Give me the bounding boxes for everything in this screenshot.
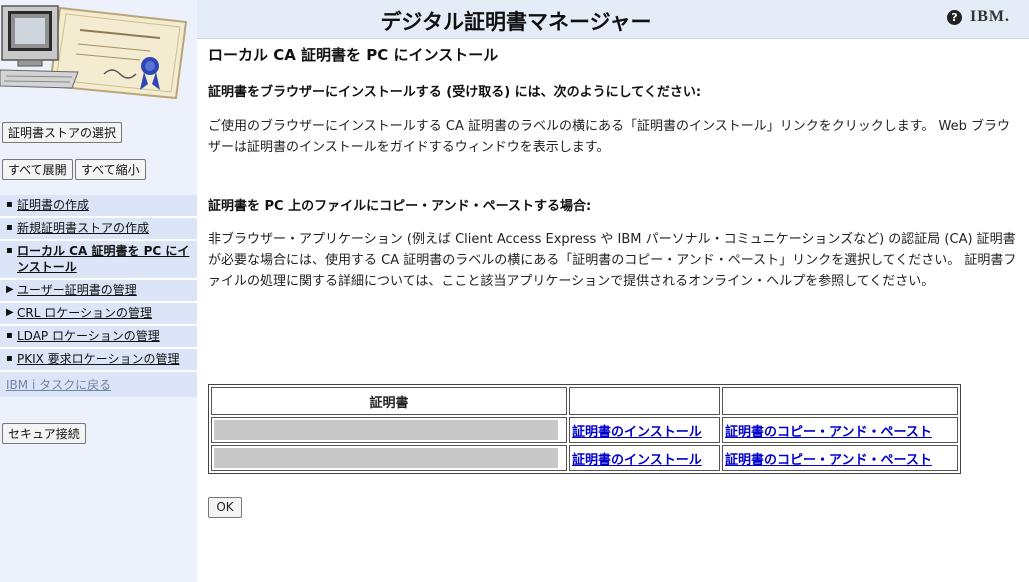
copy-paste-certificate-link[interactable]: 証明書のコピー・アンド・ペースト — [725, 453, 932, 468]
certificate-table: 証明書 証明書のインストール 証明書のコピー・アンド・ペースト 証明書のインスト… — [208, 384, 961, 474]
copy-column-header — [722, 387, 958, 415]
nav-item-label: CRL ロケーションの管理 — [17, 306, 152, 320]
copy-cell: 証明書のコピー・アンド・ペースト — [722, 417, 958, 443]
browser-install-instructions: ご使用のブラウザーにインストールする CA 証明書のラベルの横にある「証明書のイ… — [208, 119, 1011, 155]
install-column-header — [569, 387, 720, 415]
ok-button[interactable]: OK — [208, 497, 242, 518]
help-icon[interactable]: ? — [947, 10, 962, 25]
certificate-label-placeholder — [214, 420, 558, 440]
bullet-icon: ▪ — [6, 353, 13, 364]
nav-item-label: PKIX 要求ロケーションの管理 — [17, 352, 180, 366]
nav-item-manage-pkix-locations[interactable]: ▪ PKIX 要求ロケーションの管理 — [0, 349, 197, 372]
install-certificate-link[interactable]: 証明書のインストール — [572, 425, 702, 440]
task-navigation: ▪ 証明書の作成 ▪ 新規証明書ストアの作成 ▪ ローカル CA 証明書を PC… — [0, 195, 197, 397]
copy-paste-heading: 証明書を PC 上のファイルにコピー・アンド・ペーストする場合: — [208, 199, 592, 214]
select-certificate-store-button[interactable]: 証明書ストアの選択 — [2, 122, 123, 143]
app-title: デジタル証明書マネージャー — [380, 10, 652, 34]
expand-arrow-icon[interactable]: ▶ — [6, 305, 14, 321]
secure-connection-button[interactable]: セキュア接続 — [2, 423, 86, 444]
certificate-logo-image — [0, 0, 197, 104]
install-certificate-link[interactable]: 証明書のインストール — [572, 453, 702, 468]
nav-item-create-certificate[interactable]: ▪ 証明書の作成 — [0, 195, 197, 218]
table-row: 証明書のインストール 証明書のコピー・アンド・ペースト — [211, 445, 958, 471]
expand-arrow-icon[interactable]: ▶ — [6, 282, 14, 298]
nav-item-create-new-store[interactable]: ▪ 新規証明書ストアの作成 — [0, 218, 197, 241]
bullet-icon: ▪ — [6, 330, 13, 341]
nav-item-label: ローカル CA 証明書を PC にインストール — [17, 244, 190, 274]
install-cell: 証明書のインストール — [569, 417, 720, 443]
expand-all-button[interactable]: すべて展開 — [2, 159, 73, 180]
bullet-icon: ▪ — [6, 245, 13, 256]
install-cell: 証明書のインストール — [569, 445, 720, 471]
bullet-icon: ▪ — [6, 199, 13, 210]
copy-paste-certificate-link[interactable]: 証明書のコピー・アンド・ペースト — [725, 425, 932, 440]
back-to-ibmi-tasks-link[interactable]: IBM i タスクに戻る — [0, 372, 197, 397]
collapse-all-button[interactable]: すべて縮小 — [75, 159, 146, 180]
certificate-label-cell — [211, 417, 567, 443]
nav-item-label: 新規証明書ストアの作成 — [17, 221, 150, 235]
nav-item-install-local-ca[interactable]: ▪ ローカル CA 証明書を PC にインストール — [0, 241, 197, 280]
ibm-logo: IBM. — [970, 8, 1010, 25]
nav-item-label: 証明書の作成 — [17, 198, 90, 212]
nav-item-label: LDAP ロケーションの管理 — [17, 329, 160, 343]
bullet-icon: ▪ — [6, 222, 13, 233]
table-row: 証明書のインストール 証明書のコピー・アンド・ペースト — [211, 417, 958, 443]
certificate-label-placeholder — [214, 448, 558, 468]
nav-item-manage-crl-locations[interactable]: ▶ CRL ロケーションの管理 — [0, 303, 197, 326]
copy-paste-instructions: 非ブラウザー・アプリケーション (例えば Client Access Expre… — [208, 232, 1017, 289]
browser-install-heading: 証明書をブラウザーにインストールする (受け取る) には、次のようにしてください… — [208, 85, 702, 100]
certificate-column-header: 証明書 — [211, 387, 567, 415]
nav-item-manage-ldap-locations[interactable]: ▪ LDAP ロケーションの管理 — [0, 326, 197, 349]
nav-item-manage-user-certificates[interactable]: ▶ ユーザー証明書の管理 — [0, 280, 197, 303]
table-header-row: 証明書 — [211, 387, 958, 415]
nav-item-label: ユーザー証明書の管理 — [17, 283, 137, 297]
copy-cell: 証明書のコピー・アンド・ペースト — [722, 445, 958, 471]
page-title: ローカル CA 証明書を PC にインストール — [208, 46, 499, 64]
sidebar: 証明書ストアの選択 すべて展開 すべて縮小 ▪ 証明書の作成 ▪ 新規証明書スト… — [0, 0, 197, 582]
certificate-label-cell — [211, 445, 567, 471]
